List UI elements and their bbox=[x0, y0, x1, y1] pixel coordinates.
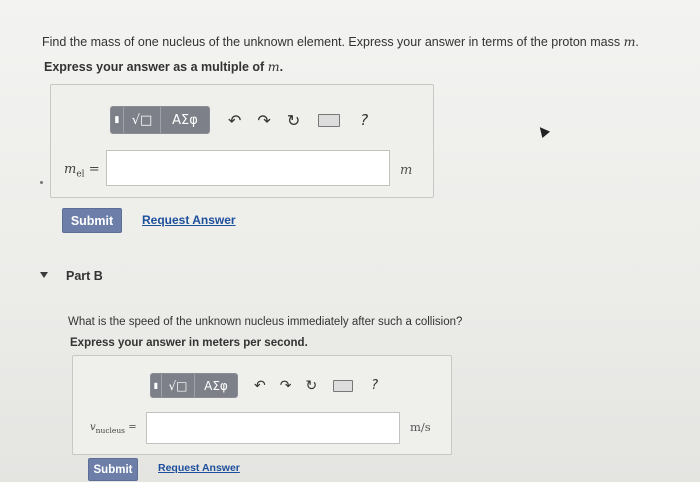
part-a-instruction: Express your answer as a multiple of m. bbox=[44, 59, 284, 74]
part-b-matrix-icon[interactable]: ▮ bbox=[151, 374, 162, 397]
part-a-answer-eq: = bbox=[88, 162, 100, 177]
part-b-submit-button[interactable]: Submit bbox=[88, 458, 138, 481]
part-a-keyboard-icon[interactable] bbox=[318, 113, 341, 127]
part-a-answer-label-sub: el bbox=[76, 169, 85, 180]
part-a-matrix-icon[interactable]: ▮ bbox=[111, 107, 124, 133]
part-a-dot bbox=[40, 181, 43, 184]
part-a-answer-label-var: m bbox=[64, 162, 77, 177]
part-a-help-icon[interactable]: ? bbox=[360, 111, 368, 129]
part-a-answer-label: mel = bbox=[64, 162, 100, 180]
part-a-unit: m bbox=[400, 163, 413, 178]
page: Find the mass of one nucleus of the unkn… bbox=[0, 0, 700, 482]
part-b-answer-label-sub: nucleus bbox=[95, 426, 126, 435]
part-a-template-button[interactable]: √□ bbox=[124, 107, 161, 133]
part-b-question: What is the speed of the unknown nucleus… bbox=[68, 316, 463, 328]
part-a-request-answer-link[interactable]: Request Answer bbox=[142, 213, 236, 227]
part-a-undo-icon[interactable]: ↶ bbox=[228, 111, 241, 130]
part-a-instruction-var: m bbox=[267, 59, 280, 74]
part-a-question-text: Find the mass of one nucleus of the unkn… bbox=[42, 35, 621, 49]
part-b-toolbar-group: ▮ √□ ΑΣφ bbox=[150, 373, 238, 398]
part-b-title[interactable]: Part B bbox=[66, 269, 103, 283]
part-b-unit: m/s bbox=[410, 420, 431, 434]
part-b-keyboard-icon[interactable] bbox=[333, 379, 354, 392]
part-a-question-var: m bbox=[623, 34, 636, 49]
part-a-toolbar: ▮ √□ ΑΣφ ↶ ↷ ↻ ? bbox=[110, 106, 368, 134]
part-b-answer-eq: = bbox=[128, 422, 137, 433]
part-a-question: Find the mass of one nucleus of the unkn… bbox=[42, 34, 639, 49]
part-b-help-icon[interactable]: ? bbox=[371, 378, 378, 393]
part-b-template-button[interactable]: √□ bbox=[162, 374, 195, 397]
mouse-cursor-icon bbox=[535, 123, 551, 139]
part-a-greek-button[interactable]: ΑΣφ bbox=[161, 107, 209, 133]
part-a-instruction-text: Express your answer as a multiple of bbox=[44, 60, 265, 74]
part-a-toolbar-group: ▮ √□ ΑΣφ bbox=[110, 106, 210, 134]
part-b-instruction: Express your answer in meters per second… bbox=[70, 337, 308, 349]
part-b-undo-icon[interactable]: ↶ bbox=[254, 378, 266, 394]
part-b-reset-icon[interactable]: ↻ bbox=[305, 378, 317, 394]
part-b-greek-button[interactable]: ΑΣφ bbox=[195, 374, 237, 397]
part-b-redo-icon[interactable]: ↷ bbox=[280, 378, 292, 394]
part-b-request-answer-link[interactable]: Request Answer bbox=[158, 462, 240, 474]
part-a-submit-button[interactable]: Submit bbox=[62, 208, 122, 233]
part-a-redo-icon[interactable]: ↷ bbox=[257, 111, 270, 130]
part-b-toolbar: ▮ √□ ΑΣφ ↶ ↷ ↻ ? bbox=[150, 373, 378, 398]
part-a-reset-icon[interactable]: ↻ bbox=[287, 111, 300, 130]
part-b-answer-input[interactable] bbox=[146, 412, 400, 444]
part-b-answer-label: vnucleus = bbox=[90, 422, 137, 435]
part-a-answer-input[interactable] bbox=[106, 150, 390, 186]
part-b-collapse-icon[interactable] bbox=[40, 272, 48, 278]
